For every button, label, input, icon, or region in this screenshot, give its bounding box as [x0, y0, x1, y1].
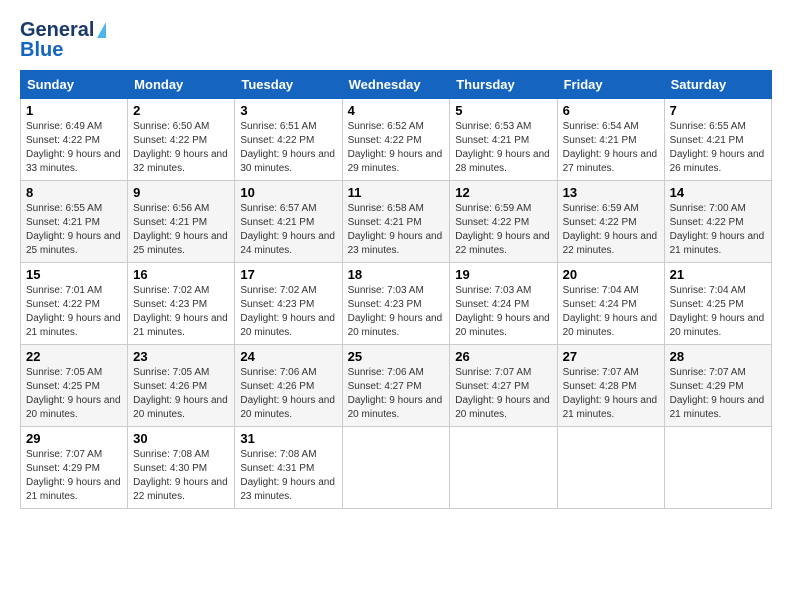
day-cell-7: 7Sunrise: 6:55 AMSunset: 4:21 PMDaylight… [664, 99, 771, 181]
empty-cell [450, 427, 557, 509]
day-cell-9: 9Sunrise: 6:56 AMSunset: 4:21 PMDaylight… [128, 181, 235, 263]
day-cell-15: 15Sunrise: 7:01 AMSunset: 4:22 PMDayligh… [21, 263, 128, 345]
day-cell-4: 4Sunrise: 6:52 AMSunset: 4:22 PMDaylight… [342, 99, 450, 181]
weekday-header-wednesday: Wednesday [342, 71, 450, 99]
day-cell-14: 14Sunrise: 7:00 AMSunset: 4:22 PMDayligh… [664, 181, 771, 263]
weekday-header-monday: Monday [128, 71, 235, 99]
logo: General Blue [20, 20, 106, 60]
day-cell-10: 10Sunrise: 6:57 AMSunset: 4:21 PMDayligh… [235, 181, 342, 263]
day-cell-31: 31Sunrise: 7:08 AMSunset: 4:31 PMDayligh… [235, 427, 342, 509]
page-header: General Blue [20, 20, 772, 60]
day-cell-8: 8Sunrise: 6:55 AMSunset: 4:21 PMDaylight… [21, 181, 128, 263]
day-cell-6: 6Sunrise: 6:54 AMSunset: 4:21 PMDaylight… [557, 99, 664, 181]
day-cell-25: 25Sunrise: 7:06 AMSunset: 4:27 PMDayligh… [342, 345, 450, 427]
weekday-header-tuesday: Tuesday [235, 71, 342, 99]
day-cell-20: 20Sunrise: 7:04 AMSunset: 4:24 PMDayligh… [557, 263, 664, 345]
day-cell-29: 29Sunrise: 7:07 AMSunset: 4:29 PMDayligh… [21, 427, 128, 509]
day-cell-12: 12Sunrise: 6:59 AMSunset: 4:22 PMDayligh… [450, 181, 557, 263]
day-cell-27: 27Sunrise: 7:07 AMSunset: 4:28 PMDayligh… [557, 345, 664, 427]
day-cell-13: 13Sunrise: 6:59 AMSunset: 4:22 PMDayligh… [557, 181, 664, 263]
day-cell-22: 22Sunrise: 7:05 AMSunset: 4:25 PMDayligh… [21, 345, 128, 427]
day-cell-21: 21Sunrise: 7:04 AMSunset: 4:25 PMDayligh… [664, 263, 771, 345]
day-cell-19: 19Sunrise: 7:03 AMSunset: 4:24 PMDayligh… [450, 263, 557, 345]
weekday-header-thursday: Thursday [450, 71, 557, 99]
weekday-header-saturday: Saturday [664, 71, 771, 99]
empty-cell [342, 427, 450, 509]
day-cell-16: 16Sunrise: 7:02 AMSunset: 4:23 PMDayligh… [128, 263, 235, 345]
empty-cell [557, 427, 664, 509]
day-cell-17: 17Sunrise: 7:02 AMSunset: 4:23 PMDayligh… [235, 263, 342, 345]
empty-cell [664, 427, 771, 509]
weekday-header-sunday: Sunday [21, 71, 128, 99]
day-cell-30: 30Sunrise: 7:08 AMSunset: 4:30 PMDayligh… [128, 427, 235, 509]
day-cell-11: 11Sunrise: 6:58 AMSunset: 4:21 PMDayligh… [342, 181, 450, 263]
day-cell-18: 18Sunrise: 7:03 AMSunset: 4:23 PMDayligh… [342, 263, 450, 345]
day-cell-28: 28Sunrise: 7:07 AMSunset: 4:29 PMDayligh… [664, 345, 771, 427]
day-cell-5: 5Sunrise: 6:53 AMSunset: 4:21 PMDaylight… [450, 99, 557, 181]
day-cell-1: 1Sunrise: 6:49 AMSunset: 4:22 PMDaylight… [21, 99, 128, 181]
day-cell-24: 24Sunrise: 7:06 AMSunset: 4:26 PMDayligh… [235, 345, 342, 427]
day-cell-3: 3Sunrise: 6:51 AMSunset: 4:22 PMDaylight… [235, 99, 342, 181]
day-cell-2: 2Sunrise: 6:50 AMSunset: 4:22 PMDaylight… [128, 99, 235, 181]
day-cell-23: 23Sunrise: 7:05 AMSunset: 4:26 PMDayligh… [128, 345, 235, 427]
weekday-header-friday: Friday [557, 71, 664, 99]
calendar-table: SundayMondayTuesdayWednesdayThursdayFrid… [20, 70, 772, 509]
day-cell-26: 26Sunrise: 7:07 AMSunset: 4:27 PMDayligh… [450, 345, 557, 427]
